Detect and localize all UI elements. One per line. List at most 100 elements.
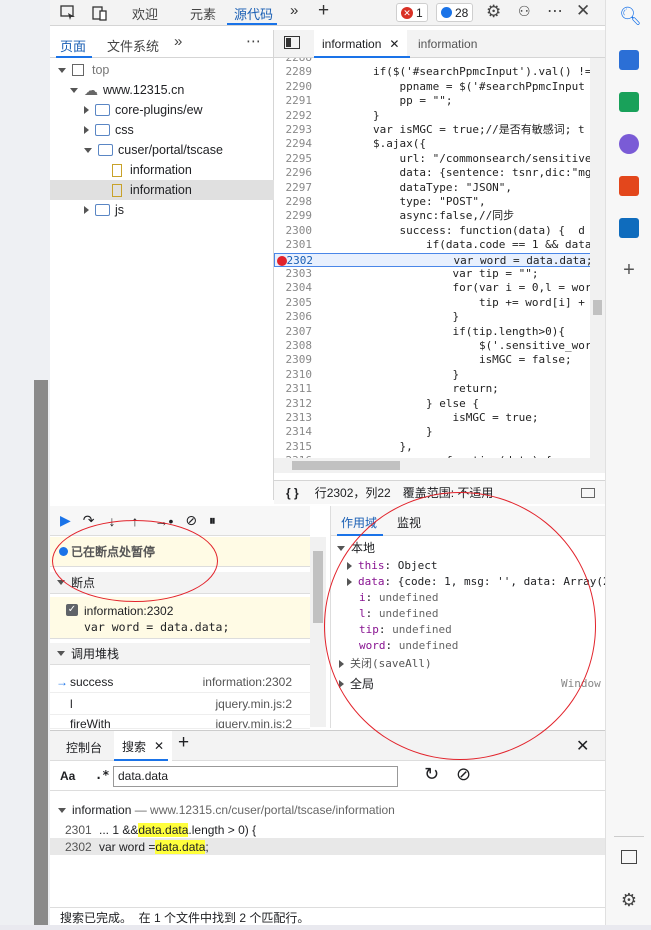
code-line[interactable]: 2288 [274,58,605,65]
people-icon[interactable] [619,134,639,154]
line-number[interactable]: 2302 [275,254,314,268]
add-icon[interactable]: + [619,260,639,280]
scrollbar[interactable] [34,380,48,925]
code-line[interactable]: 2309 isMGC = false; [274,353,605,367]
line-number[interactable]: 2312 [274,397,313,411]
tab-console[interactable]: 控制台 [66,739,102,756]
editor-tab-active[interactable]: information ✕ [314,30,408,58]
code-line[interactable]: 2297 dataType: "JSON", [274,181,605,195]
code-line[interactable]: 2299 async:false,//同步 [274,209,605,223]
code-line[interactable]: 2311 return; [274,382,605,396]
search-result-file[interactable]: information — www.12315.cn/cuser/portal/… [58,803,395,817]
code-line[interactable]: 2291 pp = ""; [274,94,605,108]
line-number[interactable]: 2301 [274,238,313,252]
code-line[interactable]: 2296 data: {sentence: tsnr,dic:"mg [274,166,605,180]
code-line[interactable]: 2292 } [274,109,605,123]
close-tab-icon[interactable]: ✕ [389,37,399,51]
callstack-frame[interactable]: l jquery.min.js:2 [50,693,310,715]
device-toggle-icon[interactable] [92,5,108,21]
code-line[interactable]: 2305 tip += word[i] + [274,296,605,310]
line-number[interactable]: 2300 [274,224,313,238]
screenshot-icon[interactable] [581,487,595,498]
tree-item-folder[interactable]: cuser/portal/tscase [84,140,223,160]
line-number[interactable]: 2294 [274,137,313,151]
settings-gear-icon[interactable]: ⚙ [619,890,639,910]
line-number[interactable]: 2307 [274,325,313,339]
close-devtools-icon[interactable]: ✕ [576,1,590,21]
code-line[interactable]: 2298 type: "POST", [274,195,605,209]
tree-item-folder[interactable]: css [84,120,134,140]
code-line[interactable]: 2303 var tip = ""; [274,267,605,281]
editor-vertical-scrollbar[interactable] [590,58,605,458]
callstack-header[interactable]: 调用堆栈 [50,643,310,665]
line-number[interactable]: 2295 [274,152,313,166]
toolbox-icon[interactable] [619,92,639,112]
deactivate-breakpoints-icon[interactable]: ⊘ [185,512,197,529]
office-icon[interactable] [619,176,639,196]
editor-horizontal-scrollbar[interactable] [274,458,605,473]
code-line[interactable]: 2289 if($('#searchPpmcInput').val() != [274,65,605,79]
tree-item-folder[interactable]: core-plugins/ew [84,100,203,120]
code-line[interactable]: 2300 success: function(data) { d [274,224,605,238]
code-line[interactable]: 2304 for(var i = 0,l = wor [274,281,605,295]
search-input[interactable]: data.data [113,766,398,787]
tree-item-file-selected[interactable]: information [50,180,274,200]
resume-icon[interactable]: ▶ [60,512,71,529]
code-editor[interactable]: 22882289 if($('#searchPpmcInput').val() … [274,58,605,458]
line-number[interactable]: 2304 [274,281,313,295]
code-line[interactable]: 2294 $.ajax({ [274,137,605,151]
tag-icon[interactable] [619,50,639,70]
more-options-icon[interactable]: ⋯ [547,1,563,21]
code-line[interactable]: 2315 }, [274,440,605,454]
code-line[interactable]: 2314 } [274,425,605,439]
inspect-icon[interactable] [60,5,76,21]
close-drawer-icon[interactable]: ✕ [576,736,589,756]
line-number[interactable]: 2291 [274,94,313,108]
line-number[interactable]: 2296 [274,166,313,180]
line-number[interactable]: 2315 [274,440,313,454]
search-result-line-selected[interactable]: 2302 var word = data.data; [50,838,605,855]
line-number[interactable]: 2293 [274,123,313,137]
line-number[interactable]: 2289 [274,65,313,79]
line-number[interactable]: 2288 [274,58,313,65]
tab-filesystem[interactable]: 文件系统 [107,36,159,55]
breakpoint-checkbox[interactable]: ✓ [66,604,78,616]
pretty-print-button[interactable]: { } [286,486,299,500]
line-number[interactable]: 2306 [274,310,313,324]
close-tab-icon[interactable]: ✕ [154,739,164,753]
line-number[interactable]: 2310 [274,368,313,382]
code-line[interactable]: 2301 if(data.code == 1 && data [274,238,605,252]
error-badge[interactable]: ✕ 1 [396,3,428,22]
refresh-icon[interactable]: ↻ [424,764,439,785]
code-line[interactable]: 2295 url: "/commonsearch/sensitive [274,152,605,166]
code-line[interactable]: 2302 var word = data.data; [274,252,605,268]
line-number[interactable]: 2309 [274,353,313,367]
tab-page[interactable]: 页面 [60,36,86,55]
tree-item-top[interactable]: top [58,60,109,80]
search-icon[interactable]: 🔍︎ [619,6,642,26]
line-number[interactable]: 2314 [274,425,313,439]
code-line[interactable]: 2310 } [274,368,605,382]
line-number[interactable]: 2297 [274,181,313,195]
message-badge[interactable]: 28 [436,3,474,22]
regex-button[interactable]: .* [95,768,109,782]
line-number[interactable]: 2308 [274,339,313,353]
add-drawer-tab-icon[interactable]: + [178,732,189,754]
tab-search[interactable]: 搜索 ✕ [114,731,173,761]
hide-sidebar-icon[interactable] [621,850,637,864]
pause-on-exceptions-icon[interactable]: ⏸ [209,513,216,529]
more-tabs-icon[interactable]: » [290,2,298,19]
line-number[interactable]: 2303 [274,267,313,281]
line-number[interactable]: 2313 [274,411,313,425]
editor-tab-inactive[interactable]: information [418,37,477,51]
match-case-button[interactable]: Aa [60,769,75,783]
outlook-icon[interactable] [619,218,639,238]
code-line[interactable]: 2307 if(tip.length>0){ [274,325,605,339]
nav-menu-icon[interactable]: ⋯ [246,32,261,50]
line-number[interactable]: 2292 [274,109,313,123]
add-tab-icon[interactable]: + [318,0,329,22]
tree-item-folder[interactable]: js [84,200,124,220]
code-line[interactable]: 2313 isMGC = true; [274,411,605,425]
tab-welcome[interactable]: 欢迎 [132,4,158,23]
line-number[interactable]: 2311 [274,382,313,396]
